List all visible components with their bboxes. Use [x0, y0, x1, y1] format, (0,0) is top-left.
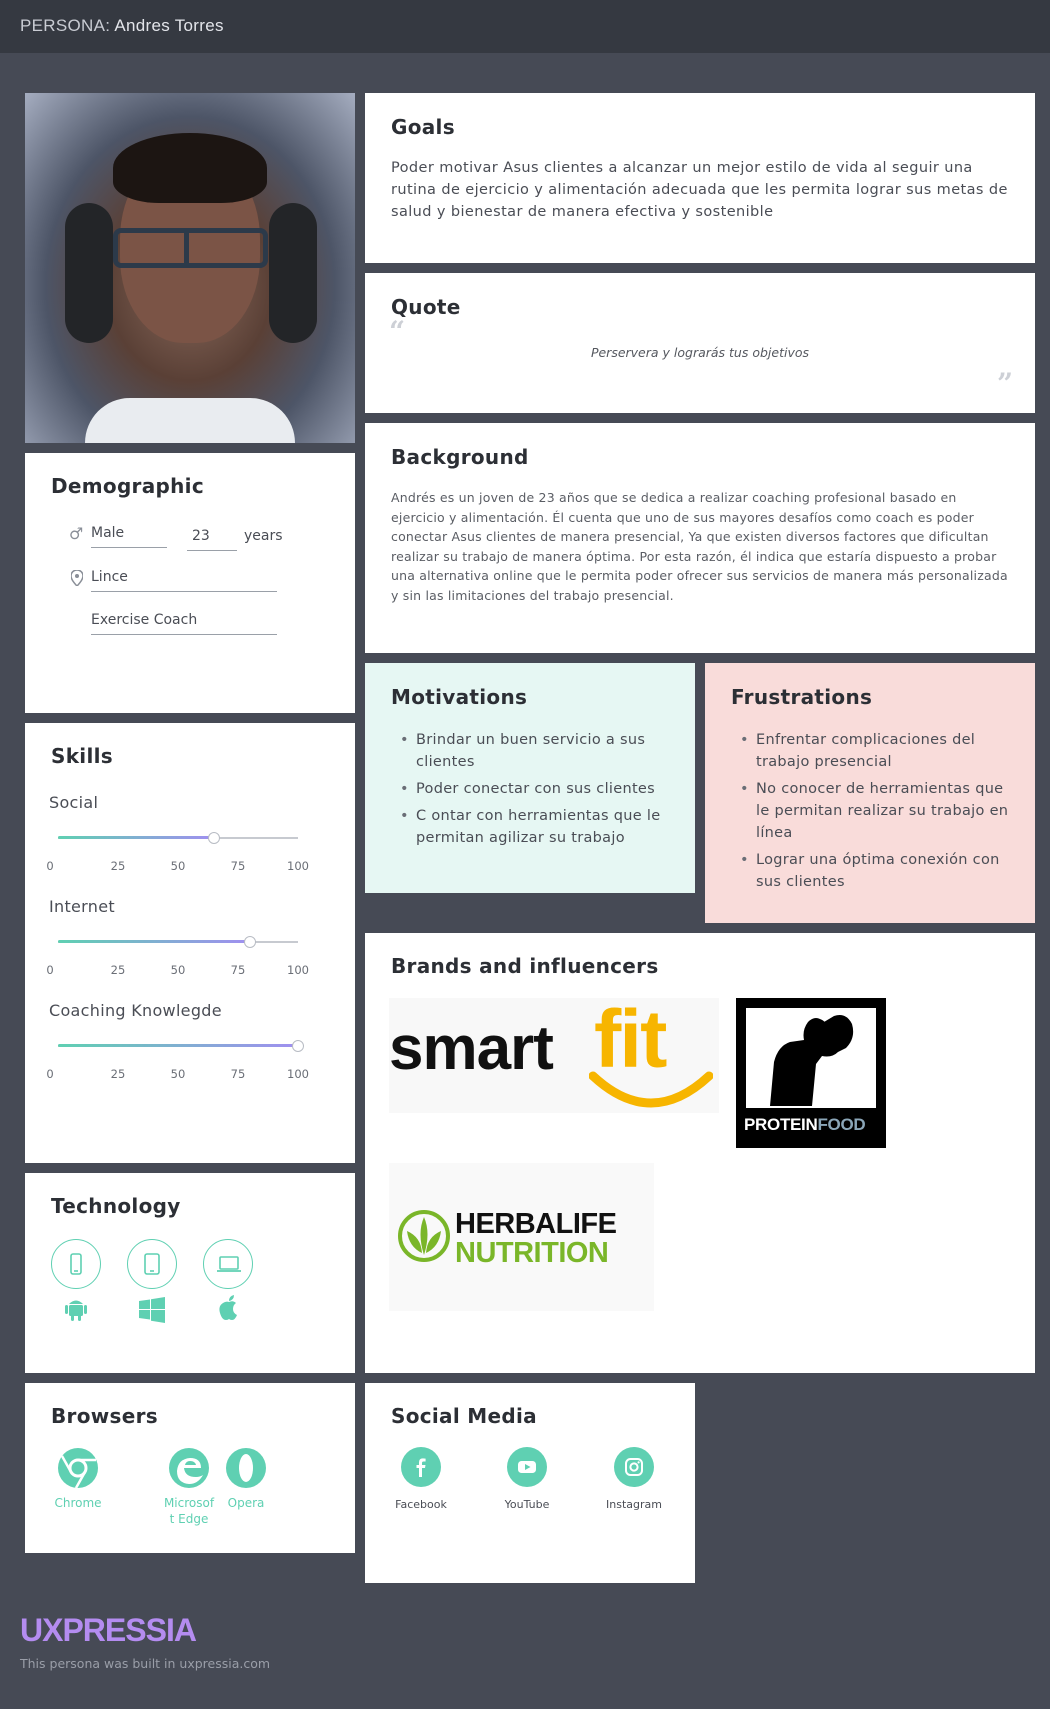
skill-tick-label: 0: [46, 859, 54, 873]
quote-text: Perservera y lograrás tus objetivos: [590, 345, 810, 360]
skill-tick-label: 25: [110, 963, 126, 977]
skill-tick-label: 100: [287, 963, 309, 977]
skill-tick-label: 75: [230, 1067, 246, 1081]
list-item: No conocer de herramientas que le permit…: [731, 778, 1009, 844]
brands-title: Brands and influencers: [391, 954, 659, 978]
social-media-card: Social Media Facebook YouTube Instagram: [365, 1383, 695, 1583]
quote-card: Quote “ Perservera y lograrás tus objeti…: [365, 273, 1035, 413]
android-icon: [65, 1300, 87, 1321]
skill-slider-fill: [58, 940, 250, 943]
proteinfood-logo: PROTEINFOOD: [736, 998, 886, 1148]
browsers-title: Browsers: [51, 1404, 158, 1428]
opera-label: Opera: [227, 1496, 265, 1510]
edge-icon[interactable]: [168, 1447, 210, 1489]
age-field[interactable]: 23: [187, 528, 237, 551]
uxpressia-logo[interactable]: UXPRESSIA: [20, 1612, 197, 1649]
instagram-icon[interactable]: [614, 1447, 654, 1487]
skill-tick-label: 0: [46, 1067, 54, 1081]
quote-title: Quote: [391, 295, 461, 319]
brands-card: Brands and influencers smart fit PROTEIN…: [365, 933, 1035, 1373]
youtube-label: YouTube: [504, 1498, 550, 1511]
skill-tick-label: 25: [110, 859, 126, 873]
skill-slider-knob[interactable]: [292, 1040, 304, 1052]
close-quote-icon: ”: [997, 367, 1014, 400]
location-field[interactable]: Lince: [91, 569, 277, 592]
skill-slider-fill: [58, 836, 214, 839]
laptop-icon: [203, 1239, 253, 1289]
list-item: C ontar con herramientas que le permitan…: [391, 805, 669, 849]
skill-label: Coaching Knowlegde: [49, 1001, 222, 1020]
skill-tick-label: 0: [46, 963, 54, 977]
list-item: Enfrentar complicaciones del trabajo pre…: [731, 729, 1009, 773]
age-unit: years: [244, 528, 283, 544]
skill-tick-label: 75: [230, 859, 246, 873]
motivations-title: Motivations: [391, 685, 528, 709]
gender-field[interactable]: Male: [91, 525, 167, 548]
goals-title: Goals: [391, 115, 455, 139]
instagram-label: Instagram: [606, 1498, 662, 1511]
demographic-card: Demographic ♂ Male 23 years Lince Exerci…: [25, 453, 355, 713]
demographic-title: Demographic: [51, 474, 204, 498]
goals-card: Goals Poder motivar Asus clientes a alca…: [365, 93, 1035, 263]
technology-title: Technology: [51, 1194, 181, 1218]
background-title: Background: [391, 445, 529, 469]
footer-text: This persona was built in uxpressia.com: [20, 1656, 271, 1671]
persona-prefix: PERSONA:: [20, 16, 111, 35]
background-card: Background Andrés es un joven de 23 años…: [365, 423, 1035, 653]
location-pin-icon: [71, 570, 83, 586]
facebook-label: Facebook: [395, 1498, 447, 1511]
persona-header: PERSONA: Andres Torres: [0, 0, 1050, 53]
apple-icon: [219, 1295, 237, 1320]
skill-tick-label: 75: [230, 963, 246, 977]
tablet-icon: [127, 1239, 177, 1289]
browsers-card: Browsers Chrome Microsof t Edge Opera: [25, 1383, 355, 1553]
herbalife-logo: HERBALIFE NUTRITION: [389, 1163, 654, 1311]
skill-tick-label: 100: [287, 859, 309, 873]
chrome-icon[interactable]: [57, 1447, 99, 1489]
skill-tick-label: 50: [170, 1067, 186, 1081]
skill-slider-knob[interactable]: [208, 832, 220, 844]
skill-slider-knob[interactable]: [244, 936, 256, 948]
goals-text: Poder motivar Asus clientes a alcanzar u…: [391, 160, 1008, 220]
background-text: Andrés es un joven de 23 años que se ded…: [391, 490, 1008, 603]
smartphone-icon: [51, 1239, 101, 1289]
youtube-icon[interactable]: [507, 1447, 547, 1487]
social-media-title: Social Media: [391, 1404, 537, 1428]
skill-tick-label: 50: [170, 859, 186, 873]
occupation-field[interactable]: Exercise Coach: [91, 612, 277, 635]
skills-title: Skills: [51, 744, 113, 768]
persona-photo: [25, 93, 355, 443]
list-item: Lograr una óptima conexión con sus clien…: [731, 849, 1009, 893]
gender-icon: ♂: [69, 524, 84, 543]
skill-tick-label: 50: [170, 963, 186, 977]
technology-card: Technology: [25, 1173, 355, 1373]
chrome-label: Chrome: [54, 1496, 102, 1510]
smartfit-logo: smart fit: [389, 994, 719, 1113]
open-quote-icon: “: [389, 315, 406, 348]
frustrations-title: Frustrations: [731, 685, 873, 709]
motivations-card: Motivations Brindar un buen servicio a s…: [365, 663, 695, 893]
skill-label: Internet: [49, 897, 115, 916]
skill-slider-fill: [58, 1044, 298, 1047]
list-item: Poder conectar con sus clientes: [391, 778, 669, 800]
persona-name: Andres Torres: [114, 16, 224, 35]
list-item: Brindar un buen servicio a sus clientes: [391, 729, 669, 773]
skill-label: Social: [49, 793, 99, 812]
frustrations-list: Enfrentar complicaciones del trabajo pre…: [731, 729, 1009, 893]
skill-tick-label: 25: [110, 1067, 126, 1081]
motivations-list: Brindar un buen servicio a sus clientes …: [391, 729, 669, 849]
opera-icon[interactable]: [225, 1447, 267, 1489]
frustrations-card: Frustrations Enfrentar complicaciones de…: [705, 663, 1035, 923]
facebook-icon[interactable]: [401, 1447, 441, 1487]
skills-card: Skills Social 0 25 50 75 100 Internet 0 25 50 75 10…: [25, 723, 355, 1163]
skill-tick-label: 100: [287, 1067, 309, 1081]
windows-icon: [139, 1297, 165, 1323]
